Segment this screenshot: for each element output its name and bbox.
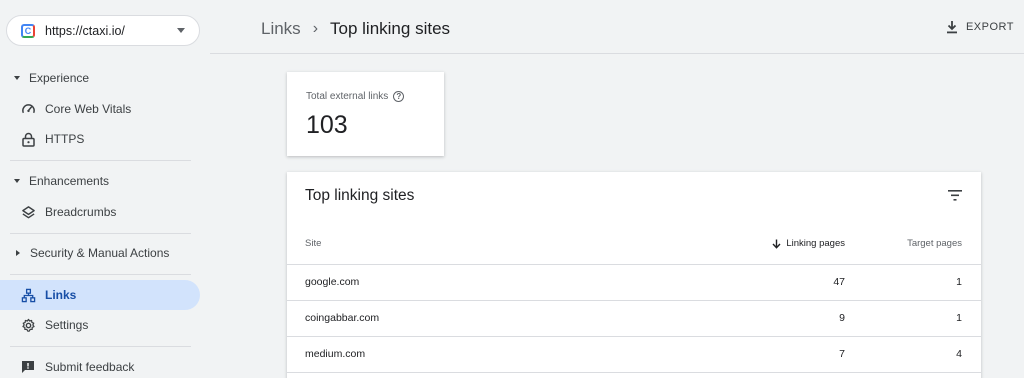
table-row[interactable]: medium.com 7 4 [287,337,981,373]
lock-icon [20,131,36,147]
breadcrumb: Links › Top linking sites [261,19,450,39]
table-row[interactable]: google.com 47 1 [287,265,981,301]
collapse-icon [14,76,20,80]
sidebar-item-breadcrumbs[interactable]: Breadcrumbs [0,197,200,227]
section-label: Experience [29,71,90,85]
feedback-icon [20,359,36,375]
divider [10,274,191,275]
column-header-target-pages[interactable]: Target pages [907,238,962,249]
cell-linking-pages: 7 [839,348,845,360]
breadcrumb-parent-link[interactable]: Links [261,19,301,39]
cell-site: medium.com [305,348,366,360]
filter-icon[interactable] [948,188,962,206]
divider [10,346,191,347]
sidebar-item-label: Settings [45,318,89,332]
sidebar-item-label: Breadcrumbs [45,205,117,219]
cell-site: coingabbar.com [305,312,380,324]
sidebar-item-https[interactable]: HTTPS [0,124,200,154]
sidebar-item-core-web-vitals[interactable]: Core Web Vitals [0,94,200,124]
sort-arrow-down-icon [772,239,781,249]
sidebar-item-label: Links [45,288,77,302]
layers-icon [20,204,36,220]
total-links-value: 103 [306,111,348,139]
cell-target-pages: 4 [956,348,962,360]
export-label: EXPORT [965,21,1014,33]
table-title: Top linking sites [305,187,415,204]
section-security[interactable]: Security & Manual Actions [14,244,169,262]
collapse-icon [14,179,20,183]
export-button[interactable]: EXPORT [946,20,1014,34]
sidebar-item-links[interactable]: Links [0,280,200,310]
total-links-label: Total external links [306,91,389,102]
page-header: Links › Top linking sites EXPORT [210,0,1024,54]
cell-linking-pages: 47 [833,276,845,288]
sidebar-item-label: HTTPS [45,132,85,146]
table-header: Site Linking pages Target pages [287,228,981,265]
column-header-site[interactable]: Site [305,238,321,249]
caret-down-icon [177,28,185,33]
top-linking-sites-card: Top linking sites Site Linking pages Tar… [287,172,981,378]
cell-site: google.com [305,276,360,288]
section-experience[interactable]: Experience [14,69,89,87]
expand-icon [16,250,20,256]
section-label: Enhancements [29,174,110,188]
download-icon [946,21,957,34]
property-logo-icon: C [21,23,35,38]
section-enhancements[interactable]: Enhancements [14,172,109,190]
sidebar-item-label: Submit feedback [45,360,135,374]
cell-linking-pages: 9 [839,312,845,324]
table-row[interactable]: coingabbar.com 9 1 [287,301,981,337]
column-header-linking-pages[interactable]: Linking pages [772,238,845,249]
total-links-label-row: Total external links ? [306,91,444,102]
page-title: Top linking sites [330,19,451,38]
section-label: Security & Manual Actions [30,246,170,260]
sitemap-icon [20,287,36,303]
property-url: https://ctaxi.io/ [45,23,125,38]
total-links-card: Total external links ? 103 [287,72,444,156]
sidebar-item-settings[interactable]: Settings [0,310,200,340]
cell-target-pages: 1 [956,276,962,288]
help-icon[interactable]: ? [393,91,405,102]
divider [10,233,191,234]
sidebar-item-label: Core Web Vitals [45,102,132,116]
property-selector[interactable]: C https://ctaxi.io/ [6,15,200,46]
gear-icon [20,317,36,333]
sidebar-item-submit-feedback[interactable]: Submit feedback [0,352,200,378]
chevron-right-icon: › [312,20,319,37]
gauge-icon [20,101,36,117]
sidebar: C https://ctaxi.io/ Experience Core Web … [0,0,210,378]
cell-target-pages: 1 [956,312,962,324]
column-header-label: Linking pages [786,238,845,249]
divider [10,160,191,161]
